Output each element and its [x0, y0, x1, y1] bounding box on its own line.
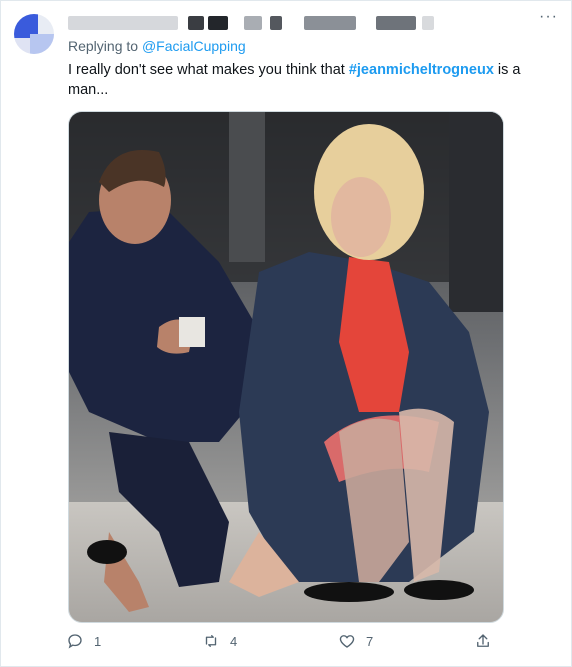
- more-options-icon[interactable]: ···: [539, 8, 558, 26]
- photo-illustration: [69, 112, 503, 622]
- tweet-actions: 1 4 7: [66, 632, 496, 654]
- tweet-text: I really don't see what makes you think …: [68, 60, 548, 100]
- replying-to: Replying to @FacialCupping: [68, 38, 246, 54]
- redacted-block: [208, 16, 228, 30]
- like-count: 7: [366, 633, 374, 649]
- hashtag-link[interactable]: #jeanmicheltrogneux: [349, 62, 494, 78]
- avatar-pixel: [30, 34, 54, 54]
- retweet-icon: [205, 635, 217, 647]
- reply-count: 1: [94, 633, 102, 649]
- redacted-author-name: [66, 14, 496, 34]
- retweet-button[interactable]: 4: [202, 632, 237, 650]
- heart-icon: [339, 635, 355, 648]
- like-button[interactable]: 7: [338, 632, 373, 650]
- redacted-block: [422, 16, 434, 30]
- redacted-block: [188, 16, 204, 30]
- redacted-block: [68, 16, 178, 30]
- avatar[interactable]: [14, 14, 54, 54]
- replying-prefix: Replying to: [68, 38, 139, 54]
- replying-handle-link[interactable]: @FacialCupping: [142, 38, 246, 54]
- share-icon: [477, 634, 489, 647]
- reply-icon: [68, 634, 82, 649]
- retweet-count: 4: [230, 633, 238, 649]
- tweet-text-before: I really don't see what makes you think …: [68, 62, 349, 78]
- tweet-photo[interactable]: [68, 111, 504, 623]
- redacted-block: [244, 16, 262, 30]
- reply-button[interactable]: 1: [66, 632, 101, 650]
- redacted-block: [304, 16, 356, 30]
- redacted-block: [376, 16, 416, 30]
- avatar-pixel: [14, 38, 30, 54]
- redacted-block: [270, 16, 282, 30]
- share-button[interactable]: [474, 632, 492, 650]
